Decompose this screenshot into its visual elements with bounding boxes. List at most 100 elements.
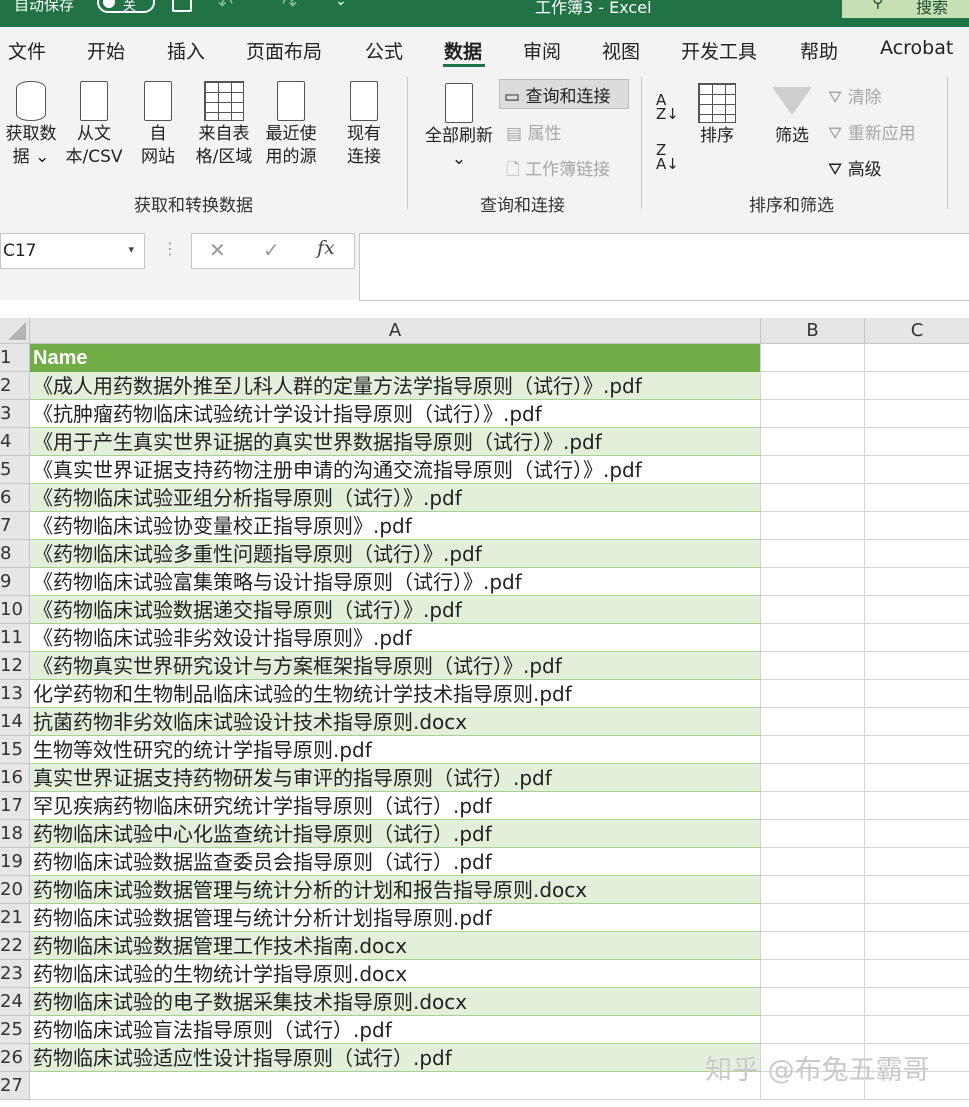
row-header[interactable]: 27	[0, 1072, 30, 1100]
cell-b[interactable]	[761, 736, 865, 764]
save-icon[interactable]	[172, 0, 192, 12]
row-header[interactable]: 7	[0, 512, 30, 540]
cell-b[interactable]	[761, 932, 865, 960]
cell-b[interactable]	[761, 960, 865, 988]
cell-c[interactable]	[865, 512, 969, 540]
column-header-c[interactable]: C	[865, 318, 969, 344]
row-header[interactable]: 26	[0, 1044, 30, 1072]
cell-c[interactable]	[865, 372, 969, 400]
cell-a[interactable]: 药物临床试验数据监查委员会指导原则（试行）.pdf	[30, 848, 761, 876]
tab-help[interactable]: 帮助	[800, 37, 838, 64]
workbook-links-button[interactable]: 🗋 工作簿链接	[506, 155, 610, 186]
cell-b[interactable]	[761, 428, 865, 456]
row-header[interactable]: 2	[0, 372, 30, 400]
cell-c[interactable]	[865, 428, 969, 456]
from-table-range-button[interactable]: 来自表 格/区域	[192, 81, 256, 169]
from-text-csv-button[interactable]: 从文 本/CSV	[62, 81, 126, 169]
cell-c[interactable]	[865, 792, 969, 820]
cell-b[interactable]	[761, 708, 865, 736]
select-all-corner[interactable]	[0, 318, 30, 344]
cell-c[interactable]	[865, 708, 969, 736]
cell-b[interactable]	[761, 512, 865, 540]
cell-a[interactable]: 药物临床试验适应性设计指导原则（试行）.pdf	[30, 1044, 761, 1072]
tab-page-layout[interactable]: 页面布局	[246, 37, 322, 64]
cell-c[interactable]	[865, 484, 969, 512]
insert-function-icon[interactable]: fx	[317, 237, 335, 259]
cell-a[interactable]: 生物等效性研究的统计学指导原则.pdf	[30, 736, 761, 764]
cell-c[interactable]	[865, 596, 969, 624]
tab-insert[interactable]: 插入	[167, 37, 205, 64]
row-header[interactable]: 5	[0, 456, 30, 484]
cell-a[interactable]: 药物临床试验的电子数据采集技术指导原则.docx	[30, 988, 761, 1016]
tab-home[interactable]: 开始	[87, 37, 125, 64]
cell-a[interactable]: 《抗肿瘤药物临床试验统计学设计指导原则（试行）》.pdf	[30, 400, 761, 428]
row-header[interactable]: 1	[0, 344, 30, 372]
cell-a[interactable]: 《用于产生真实世界证据的真实世界数据指导原则（试行）》.pdf	[30, 428, 761, 456]
cell-b[interactable]	[761, 400, 865, 428]
row-header[interactable]: 12	[0, 652, 30, 680]
cell-a[interactable]: 药物临床试验的生物统计学指导原则.docx	[30, 960, 761, 988]
cell-c[interactable]	[865, 568, 969, 596]
cell-b[interactable]	[761, 540, 865, 568]
cell-b[interactable]	[761, 792, 865, 820]
formula-bar-grip-icon[interactable]: ⋮	[162, 239, 178, 258]
cell-a[interactable]: 药物临床试验数据管理与统计分析计划指导原则.pdf	[30, 904, 761, 932]
cell-c[interactable]	[865, 1016, 969, 1044]
cell-a[interactable]: 《成人用药数据外推至儿科人群的定量方法学指导原则（试行）》.pdf	[30, 372, 761, 400]
cell-c[interactable]	[865, 848, 969, 876]
cell-a[interactable]: 抗菌药物非劣效临床试验设计技术指导原则.docx	[30, 708, 761, 736]
customize-quick-access-icon[interactable]: ⌄	[335, 0, 347, 9]
tab-developer[interactable]: 开发工具	[681, 37, 757, 64]
cell-a[interactable]: 化学药物和生物制品临床试验的生物统计学技术指导原则.pdf	[30, 680, 761, 708]
cell-a[interactable]: 药物临床试验数据管理与统计分析的计划和报告指导原则.docx	[30, 876, 761, 904]
formula-input[interactable]	[359, 233, 969, 301]
row-header[interactable]: 15	[0, 736, 30, 764]
chevron-down-icon[interactable]: ▾	[128, 243, 134, 256]
cell-b[interactable]	[761, 596, 865, 624]
column-header-a[interactable]: A	[30, 318, 761, 344]
undo-icon[interactable]: ↶	[218, 0, 233, 15]
cell-c[interactable]	[865, 344, 969, 372]
tab-file[interactable]: 文件	[8, 37, 46, 64]
worksheet-grid[interactable]: A B C 1Name▼2《成人用药数据外推至儿科人群的定量方法学指导原则（试行…	[0, 318, 969, 1107]
cell-b[interactable]	[761, 568, 865, 596]
cell-b[interactable]	[761, 680, 865, 708]
row-header[interactable]: 13	[0, 680, 30, 708]
row-header[interactable]: 4	[0, 428, 30, 456]
cell-b[interactable]	[761, 484, 865, 512]
cell-a[interactable]: 罕见疾病药物临床研究统计学指导原则（试行）.pdf	[30, 792, 761, 820]
advanced-filter-button[interactable]: ⛛ 高级	[828, 155, 882, 180]
cell-c[interactable]	[865, 652, 969, 680]
search-box[interactable]: ⚲ 搜索	[842, 0, 969, 18]
refresh-all-button[interactable]: 全部刷新 ⌄	[420, 83, 498, 171]
sort-button[interactable]: 排序	[692, 83, 742, 148]
row-header[interactable]: 18	[0, 820, 30, 848]
cell-b[interactable]	[761, 344, 865, 372]
cell-c[interactable]	[865, 820, 969, 848]
cell-b[interactable]	[761, 876, 865, 904]
tab-formulas[interactable]: 公式	[365, 37, 403, 64]
cell-a[interactable]: 《药物临床试验亚组分析指导原则（试行）》.pdf	[30, 484, 761, 512]
cell-a[interactable]	[30, 1072, 761, 1100]
cell-b[interactable]	[761, 652, 865, 680]
tab-acrobat[interactable]: Acrobat	[880, 37, 953, 59]
cell-b[interactable]	[761, 456, 865, 484]
row-header[interactable]: 9	[0, 568, 30, 596]
name-box[interactable]: C17 ▾	[0, 233, 145, 269]
row-header[interactable]: 24	[0, 988, 30, 1016]
cell-c[interactable]	[865, 624, 969, 652]
cell-a[interactable]: 《药物临床试验富集策略与设计指导原则（试行）》.pdf	[30, 568, 761, 596]
cell-a[interactable]: 《药物临床试验多重性问题指导原则（试行）》.pdf	[30, 540, 761, 568]
tab-data[interactable]: 数据	[444, 37, 482, 64]
autosave-toggle[interactable]: 关	[97, 0, 155, 14]
cell-b[interactable]	[761, 988, 865, 1016]
cell-a[interactable]: 药物临床试验盲法指导原则（试行）.pdf	[30, 1016, 761, 1044]
cell-c[interactable]	[865, 904, 969, 932]
cell-a[interactable]: 《药物临床试验协变量校正指导原则》.pdf	[30, 512, 761, 540]
row-header[interactable]: 17	[0, 792, 30, 820]
cell-c[interactable]	[865, 736, 969, 764]
cell-a[interactable]: 《药物临床试验数据递交指导原则（试行）》.pdf	[30, 596, 761, 624]
cell-b[interactable]	[761, 1016, 865, 1044]
redo-icon[interactable]: ↷	[282, 0, 297, 15]
cell-c[interactable]	[865, 988, 969, 1016]
